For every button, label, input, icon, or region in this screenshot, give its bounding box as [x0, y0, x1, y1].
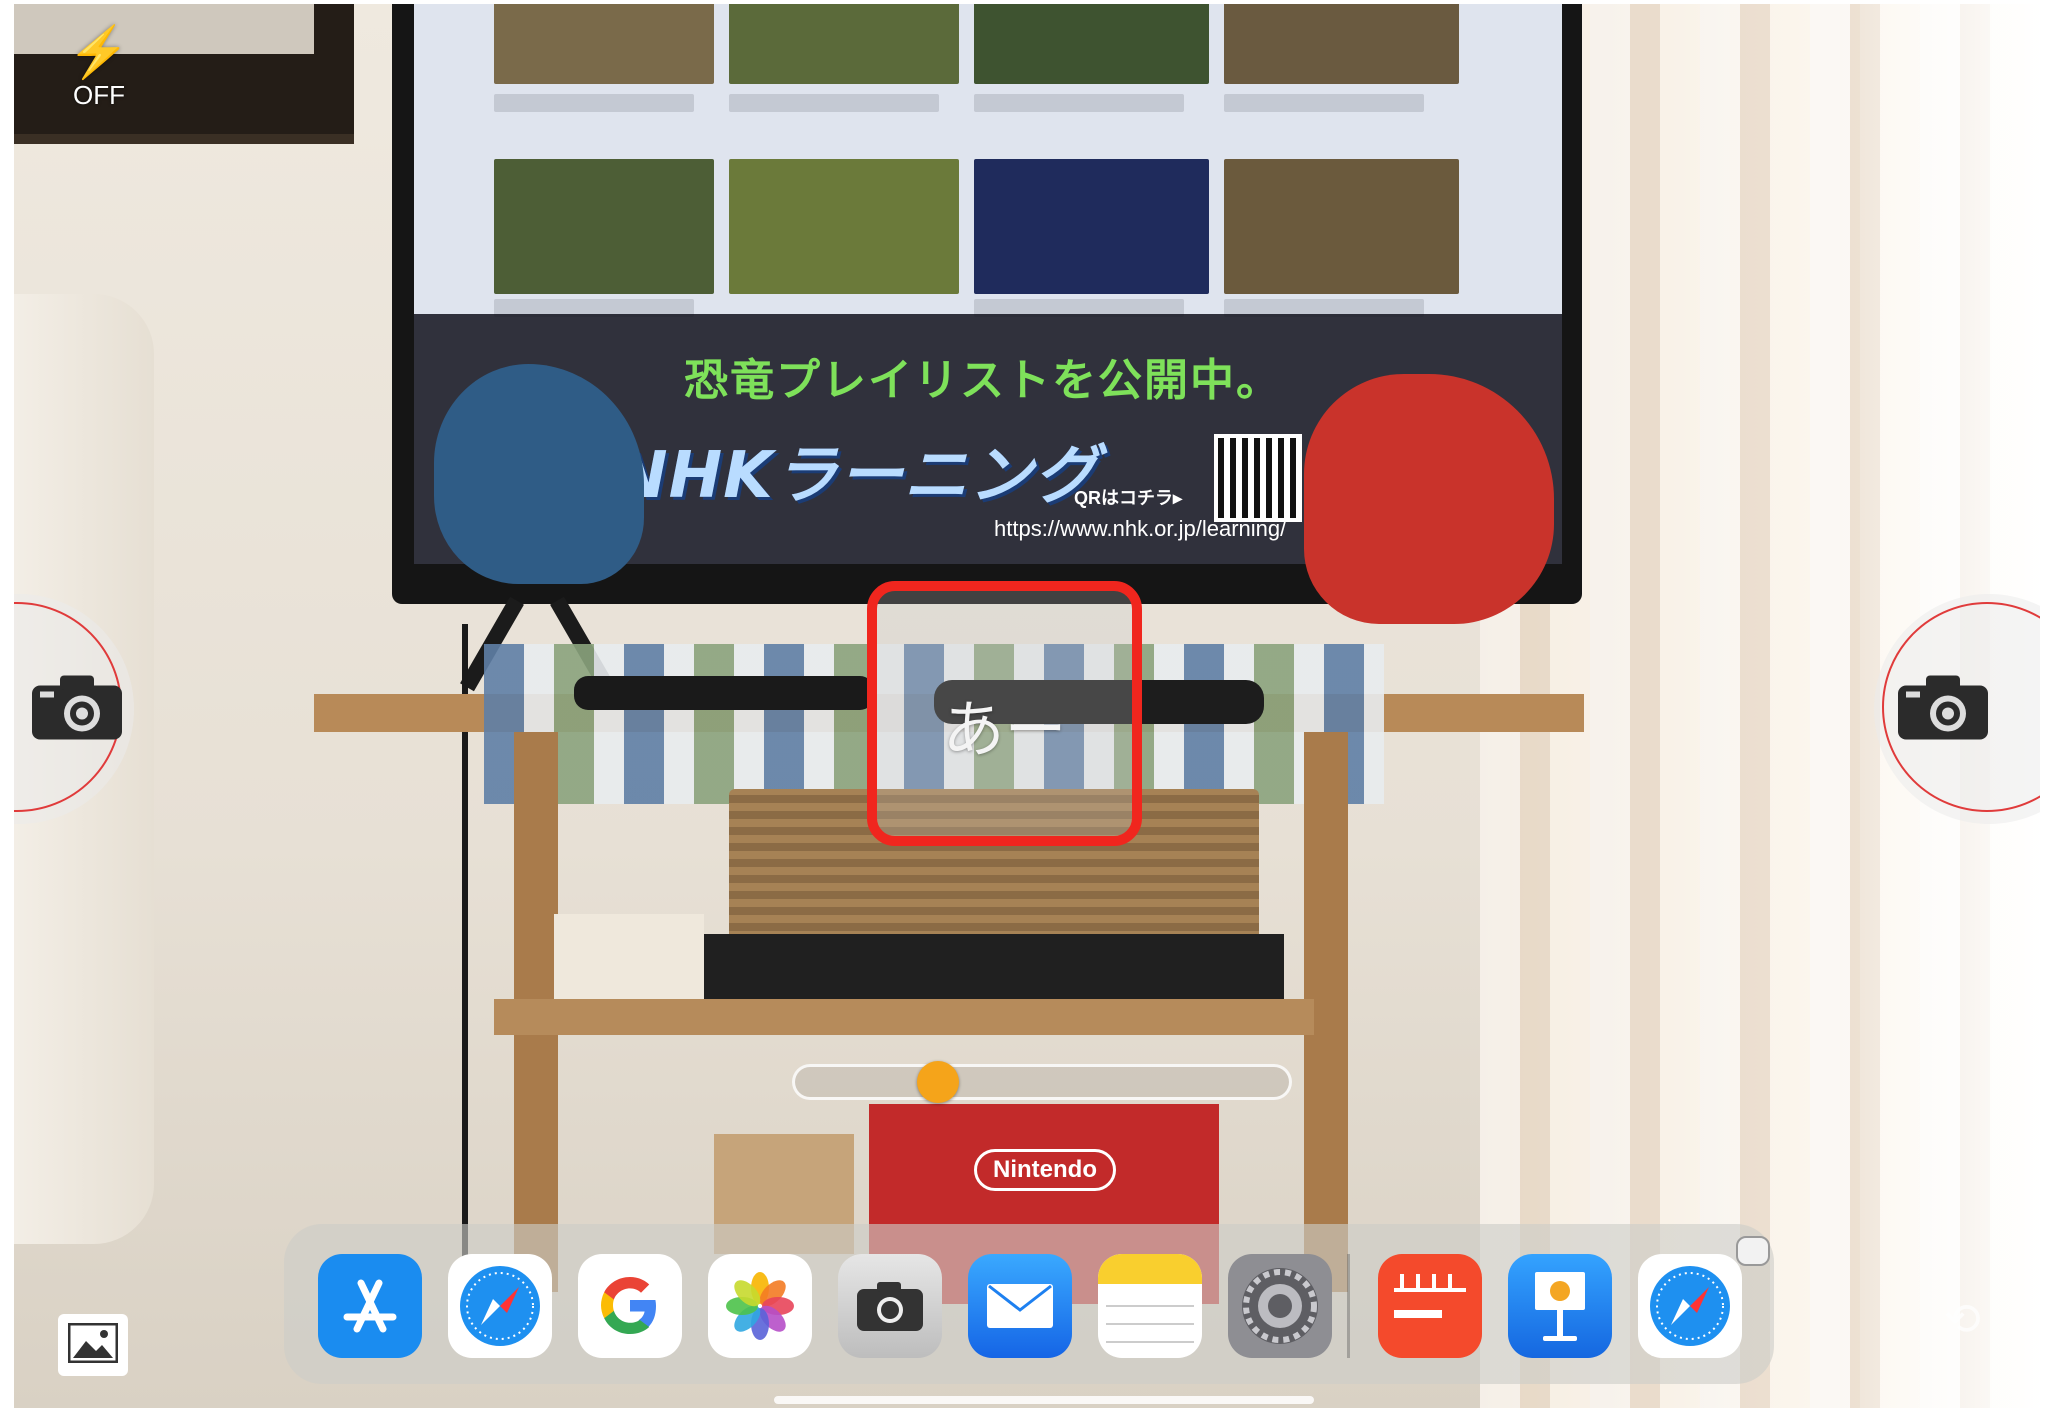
app-store-icon[interactable] [318, 1254, 422, 1358]
photo-library-icon [67, 1322, 119, 1368]
red-dinosaur-mascot [1304, 374, 1554, 624]
safari-icon[interactable] [1638, 1254, 1742, 1358]
calendar-icon[interactable] [1378, 1254, 1482, 1358]
highlighted-text: あー [942, 693, 1067, 766]
google-icon[interactable] [578, 1254, 682, 1358]
dock [284, 1224, 1774, 1384]
flash-label: OFF [73, 80, 125, 110]
mail-icon[interactable] [968, 1254, 1072, 1358]
safari-icon[interactable] [448, 1254, 552, 1358]
highlighted-text-box[interactable]: あー [867, 581, 1142, 846]
camera-icon [1896, 672, 1990, 747]
notes-icon[interactable] [1098, 1254, 1202, 1358]
tv-url: https://www.nhk.or.jp/learning/ [994, 516, 1287, 541]
remote-control [574, 676, 874, 710]
window-badge-icon [1736, 1236, 1770, 1266]
photo-library-button[interactable] [58, 1314, 128, 1376]
nintendo-label: Nintendo [974, 1149, 1116, 1191]
qr-label: QRはコチラ▸ [1074, 488, 1183, 508]
camera-screen: 恐竜プレイリストを公開中。 NHKラーニング QRはコチラ▸ https://w… [14, 4, 2040, 1408]
keynote-icon[interactable] [1508, 1254, 1612, 1358]
lightning-bolt-icon: ⚡ [67, 24, 131, 80]
home-indicator[interactable] [774, 1396, 1314, 1404]
white-box [554, 914, 704, 1009]
flash-toggle[interactable]: ⚡ OFF [54, 24, 144, 124]
settings-icon[interactable] [1228, 1254, 1332, 1358]
camera-icon [30, 672, 124, 747]
rotate-icon[interactable]: ⟲ [1944, 1294, 2014, 1354]
photos-icon[interactable] [708, 1254, 812, 1358]
dock-divider [1347, 1254, 1350, 1358]
tv-banner-title: 恐竜プレイリストを公開中。 [684, 355, 1282, 406]
zoom-slider-thumb[interactable] [917, 1061, 960, 1103]
camera-app-icon[interactable] [838, 1254, 942, 1358]
zoom-slider[interactable] [792, 1061, 1292, 1103]
shelf-middle [494, 999, 1314, 1035]
qr-code [1214, 434, 1302, 522]
nhk-learning-logo: NHKラーニング [614, 439, 1099, 513]
